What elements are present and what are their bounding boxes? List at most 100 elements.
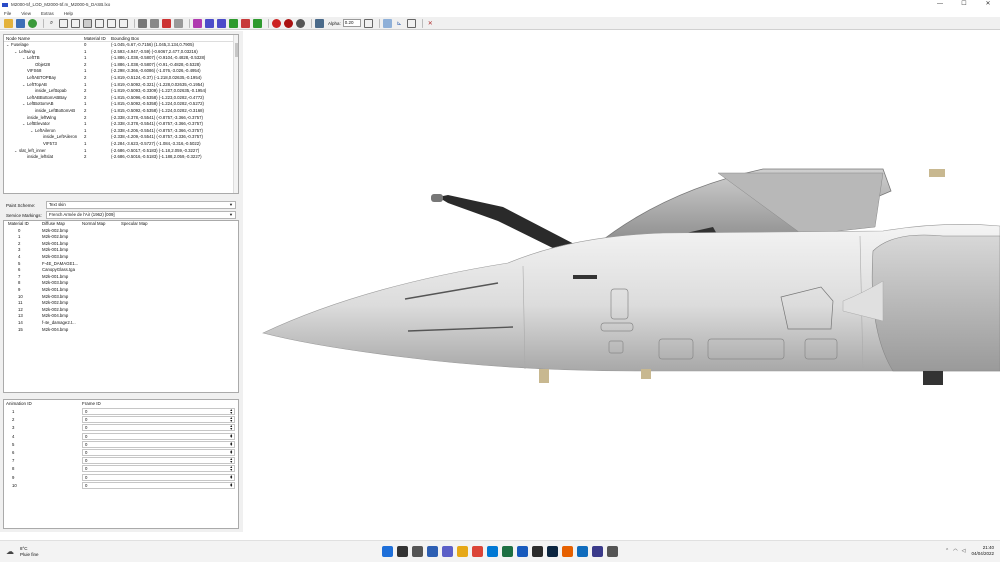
material-row[interactable]: 6 CanopyGlass.tga <box>4 267 238 274</box>
light-red-icon[interactable] <box>272 18 281 28</box>
tree-row[interactable]: inside_LeftBottomAB 2 (-1.815,-0.5092,-0.5… <box>4 108 238 115</box>
firefox-icon[interactable] <box>562 546 573 557</box>
tree-row[interactable]: ⌄ LeftElevator 1 (-2.338,-3.378,-0.5541) (-… <box>4 121 238 128</box>
decal-icon[interactable] <box>229 18 238 28</box>
col-diffuse-map[interactable]: Diffuse Map <box>42 221 82 228</box>
material-row[interactable]: 15 M2k-004.bmp <box>4 327 238 334</box>
solid-icon[interactable] <box>150 18 159 28</box>
light-dark-red-icon[interactable] <box>284 18 293 28</box>
tree-scroll-thumb[interactable] <box>235 43 238 57</box>
frame-id-spinbox[interactable]: 0 ▲ ▼ <box>82 408 235 415</box>
view-top-icon[interactable] <box>107 18 116 28</box>
tree-row[interactable]: inside_leftslat 2 (-2.686,-0.5016,-0.5183)… <box>4 154 238 161</box>
view-right-icon[interactable] <box>95 18 104 28</box>
close-button[interactable]: ✕ <box>976 0 1000 9</box>
col-frame-id[interactable]: Frame ID <box>82 400 101 408</box>
material-row[interactable]: 2 M2k-001.bmp <box>4 241 238 248</box>
store-icon[interactable] <box>487 546 498 557</box>
diffuse-map-icon[interactable] <box>193 18 202 28</box>
maximize-button[interactable]: ☐ <box>952 0 976 9</box>
menu-file[interactable]: File <box>4 11 11 16</box>
col-specular-map[interactable]: Specular Map <box>121 221 181 228</box>
spin-arrows-icon[interactable]: ▲ ▼ <box>230 441 233 447</box>
file-explorer-icon[interactable] <box>457 546 468 557</box>
material-row[interactable]: 14 f-4e_damage2.t... <box>4 320 238 327</box>
material-row[interactable]: 7 M2k-001.bmp <box>4 274 238 281</box>
tree-row[interactable]: LeftABBottomABBay 2 (-1.815,-0.5096,-0.535… <box>4 95 238 102</box>
tree-row[interactable]: inside_leftWing 2 (-2.338,-3.378,-0.5541) … <box>4 115 238 122</box>
frame-id-spinbox[interactable]: 0 ▲ ▼ <box>82 473 235 481</box>
window-icon[interactable] <box>406 18 416 28</box>
search-icon[interactable] <box>397 546 408 557</box>
minimize-button[interactable]: — <box>928 0 952 9</box>
frame-id-spinbox[interactable]: 0 ▲ ▼ <box>82 481 235 489</box>
frame-id-spinbox[interactable]: 0 ▲ ▼ <box>82 457 235 465</box>
spin-arrows-icon[interactable]: ▲ ▼ <box>230 466 233 472</box>
tree-row[interactable]: ⌄ LeftAileron 1 (-2.338,-4.206,-0.5541) (-0… <box>4 128 238 135</box>
tree-row[interactable]: LeftABTOPBay 2 (-1.819,-0.5124,-0.37) (-1.… <box>4 75 238 82</box>
axes-icon[interactable]: ⊾ <box>395 19 404 28</box>
mail-icon[interactable] <box>577 546 588 557</box>
save-icon[interactable] <box>16 18 25 28</box>
photoshop-icon[interactable] <box>547 546 558 557</box>
frame-id-spinbox[interactable]: 0 ▲ ▼ <box>82 465 235 473</box>
transparency-icon[interactable] <box>315 18 324 28</box>
node-tree[interactable]: Node Name Material ID Bounding Box ⌄ Fuse… <box>3 34 239 194</box>
menu-help[interactable]: Help <box>64 11 73 16</box>
material-row[interactable]: 1 M2k-002.bmp <box>4 234 238 241</box>
frame-id-spinbox[interactable]: 0 ▲ ▼ <box>82 416 235 424</box>
tools-icon[interactable]: ✕ <box>426 19 435 28</box>
specular-map-icon[interactable] <box>217 18 226 28</box>
col-material-id[interactable]: Material ID <box>4 221 42 228</box>
spin-arrows-icon[interactable]: ▲ ▼ <box>230 408 233 414</box>
animation-table[interactable]: Animation ID Frame ID 1 0 ▲ ▼ 2 0 ▲ ▼ 3 0 ▲ ▼ 4 0 ▲ ▼ 5 0… <box>3 399 239 529</box>
col-bounding-box[interactable]: Bounding Box <box>111 35 231 41</box>
tree-row[interactable]: VIF573 1 (-2.284,-3.623,-0.5727) (-1.084,-… <box>4 141 238 148</box>
view-bottom-icon[interactable] <box>119 18 128 28</box>
material-row[interactable]: 5 F-4E_DAMAGE1... <box>4 261 238 268</box>
material-row[interactable]: 3 M2k-001.bmp <box>4 247 238 254</box>
tree-row[interactable]: inside_LeftAileron 2 (-2.338,-4.209,-0.554… <box>4 134 238 141</box>
open-folder-icon[interactable] <box>4 18 13 28</box>
spin-arrows-icon[interactable]: ▲ ▼ <box>230 433 233 439</box>
col-node-name[interactable]: Node Name <box>4 35 84 41</box>
light-gray-icon[interactable] <box>296 18 305 28</box>
excel-icon[interactable] <box>502 546 513 557</box>
paint-scheme-select[interactable]: Text skin ▼ <box>46 201 236 209</box>
material-row[interactable]: 11 M2k-002.bmp <box>4 300 238 307</box>
grid-icon[interactable] <box>363 18 373 28</box>
lod-editor-icon[interactable] <box>607 546 618 557</box>
textured-icon[interactable] <box>162 18 171 28</box>
view-back-icon[interactable] <box>71 18 80 28</box>
col-material-id[interactable]: Material ID <box>84 35 111 41</box>
menu-extras[interactable]: Extras <box>41 11 54 16</box>
alpha-input[interactable]: 0.20 <box>342 19 361 27</box>
weather-widget[interactable]: ☁ 8°C Pluie fine <box>6 546 39 557</box>
tree-row[interactable]: ⌄ Leftwing 1 (-2.593,-4.947,-0.59) (-0.6067… <box>4 49 238 56</box>
3d-viewport[interactable] <box>243 31 1000 540</box>
tree-row[interactable]: ⌄ LeftTopAB 1 (-1.819,-0.5092,-0.321) (-1.2… <box>4 82 238 89</box>
material-row[interactable]: 10 M2k-003.bmp <box>4 294 238 301</box>
damage-icon[interactable] <box>241 18 250 28</box>
material-row[interactable]: 9 M2k-001.bmp <box>4 287 238 294</box>
clock[interactable]: 21:40 04/04/2022 <box>971 545 994 557</box>
app-viewer-icon[interactable] <box>592 546 603 557</box>
view-left-icon[interactable] <box>83 18 92 28</box>
zoom-icon[interactable]: ⌕ <box>47 19 56 28</box>
tree-row[interactable]: ⌄ slat_left_inner 1 (-2.686,-0.5017,-0.5183… <box>4 148 238 155</box>
frame-id-spinbox[interactable]: 0 ▲ ▼ <box>82 440 235 448</box>
frame-id-spinbox[interactable]: 0 ▲ ▼ <box>82 448 235 456</box>
chrome-icon[interactable] <box>472 546 483 557</box>
background-icon[interactable] <box>382 18 392 28</box>
col-normal-map[interactable]: Normal Map <box>82 221 121 228</box>
lod-icon[interactable] <box>253 18 262 28</box>
frame-id-spinbox[interactable]: 0 ▲ ▼ <box>82 432 235 440</box>
shaded-icon[interactable] <box>174 18 183 28</box>
material-row[interactable]: 4 M2k-003.bmp <box>4 254 238 261</box>
material-row[interactable]: 12 M2k-002.bmp <box>4 307 238 314</box>
tree-row[interactable]: inside_Lefttopab 2 (-1.819,-0.5093,-0.3309… <box>4 88 238 95</box>
material-row[interactable]: 13 M2k-004.bmp <box>4 313 238 320</box>
wireframe-icon[interactable] <box>138 18 147 28</box>
tree-row[interactable]: Objet28 2 (-1.886,-1.038,-0.5807) (-0.91,-… <box>4 62 238 69</box>
texture-icon[interactable] <box>28 18 37 28</box>
